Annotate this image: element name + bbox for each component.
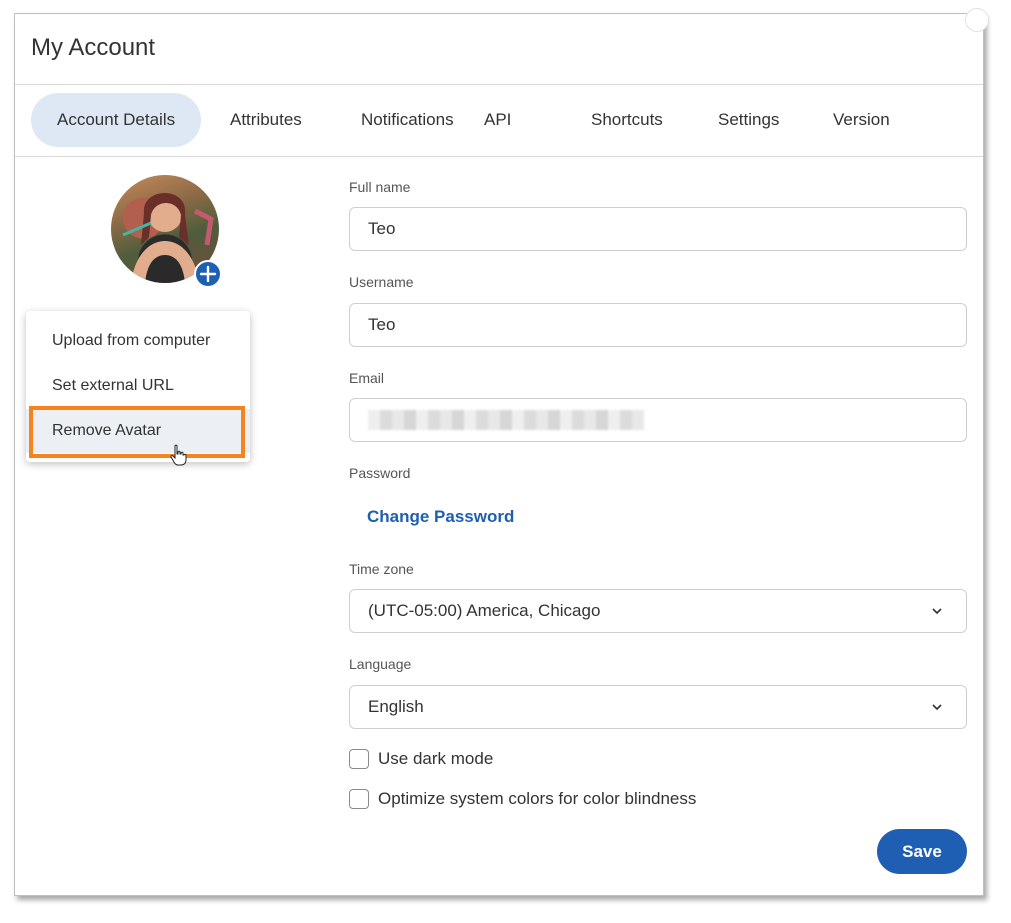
tab-bar: Account Details Attributes Notifications… <box>15 85 983 157</box>
language-value: English <box>368 697 424 716</box>
language-label: Language <box>349 656 412 672</box>
time-zone-value: (UTC-05:00) America, Chicago <box>368 601 601 620</box>
tab-attributes[interactable]: Attributes <box>230 93 302 147</box>
dialog-title: My Account <box>31 34 156 61</box>
email-label: Email <box>349 370 385 386</box>
color-blindness-label: Optimize system colors for color blindne… <box>378 789 697 808</box>
highlight-annotation <box>29 406 245 458</box>
hand-cursor-icon <box>170 444 187 466</box>
dark-mode-checkbox[interactable] <box>349 749 369 769</box>
dialog-header: My Account <box>15 14 983 85</box>
save-button[interactable]: Save <box>877 829 967 874</box>
my-account-dialog: My Account Account Details Attributes No… <box>14 8 989 896</box>
username-field[interactable]: Teo <box>349 303 967 347</box>
add-avatar-button[interactable] <box>194 260 222 288</box>
tab-shortcuts[interactable]: Shortcuts <box>591 93 663 147</box>
set-external-url-item[interactable]: Set external URL <box>26 364 250 408</box>
tab-account-details[interactable]: Account Details <box>31 93 202 147</box>
chevron-down-icon <box>932 608 942 615</box>
username-label: Username <box>349 274 414 290</box>
tab-settings[interactable]: Settings <box>718 93 779 147</box>
email-field[interactable] <box>349 398 967 442</box>
upload-from-computer-item[interactable]: Upload from computer <box>26 319 250 363</box>
language-select[interactable]: English <box>349 685 967 729</box>
time-zone-label: Time zone <box>349 561 414 577</box>
tab-notifications[interactable]: Notifications <box>361 93 454 147</box>
color-blindness-checkbox[interactable] <box>349 789 369 809</box>
password-label: Password <box>349 465 411 481</box>
plus-icon <box>199 265 217 283</box>
tab-version[interactable]: Version <box>833 93 890 147</box>
time-zone-select[interactable]: (UTC-05:00) America, Chicago <box>349 589 967 633</box>
dark-mode-label: Use dark mode <box>378 749 494 768</box>
full-name-label: Full name <box>349 179 411 195</box>
tab-api[interactable]: API <box>484 93 511 147</box>
change-password-link[interactable]: Change Password <box>367 507 514 527</box>
full-name-field[interactable]: Teo <box>349 207 967 251</box>
chevron-down-icon <box>932 704 942 711</box>
redacted-email <box>368 410 644 430</box>
